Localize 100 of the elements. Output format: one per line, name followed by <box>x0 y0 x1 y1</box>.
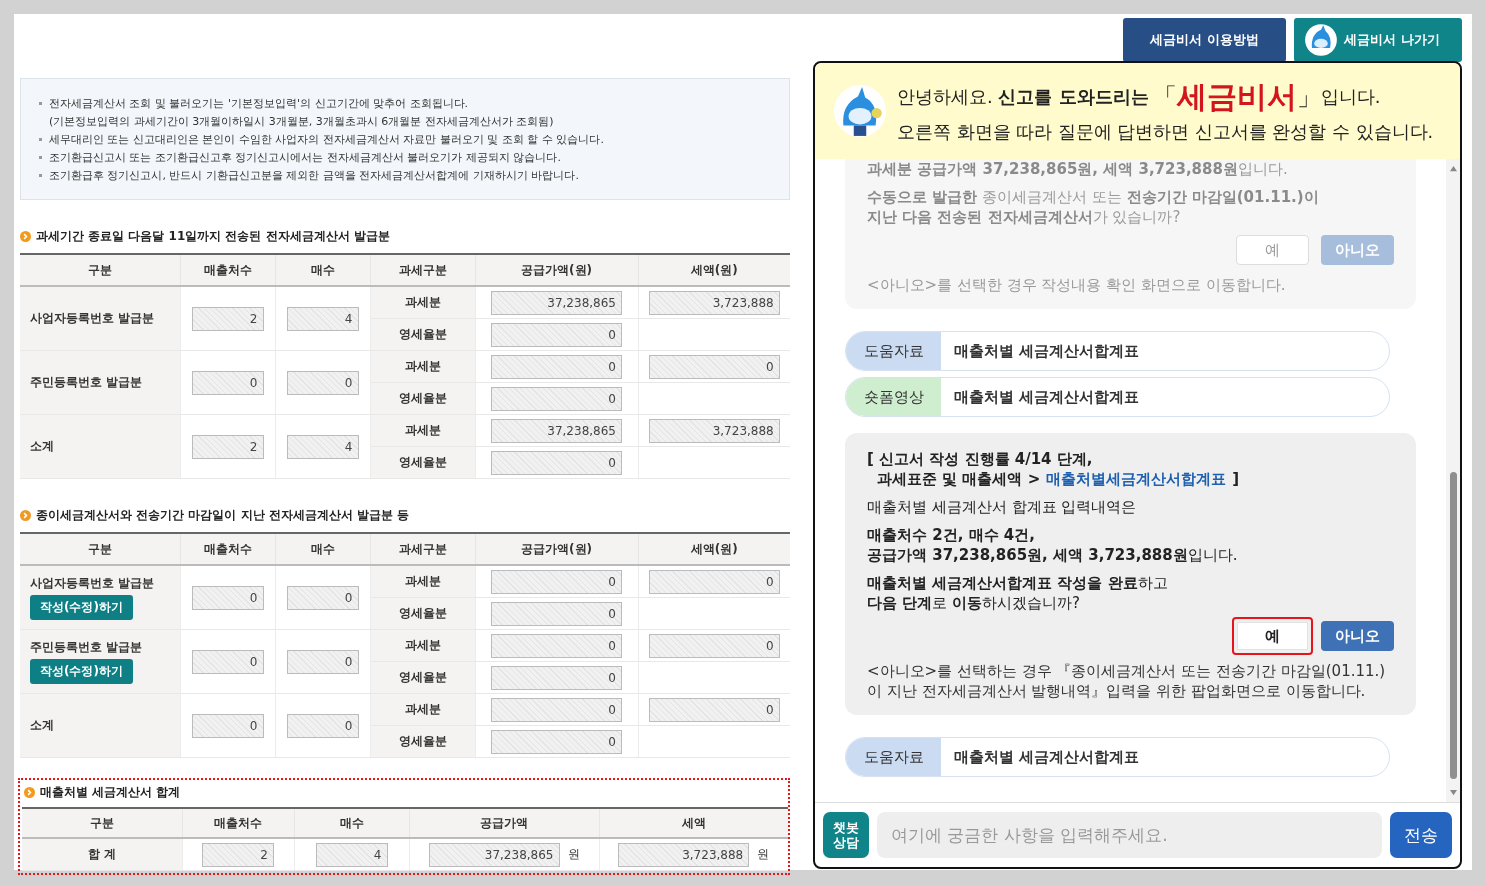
amount-field[interactable]: 0 <box>491 665 622 690</box>
chatbot-button[interactable]: 챗봇 상담 <box>823 812 869 858</box>
column-header: 공급가액 <box>409 808 599 838</box>
chevron-circle-icon <box>20 510 31 521</box>
tax-type-label: 영세율분 <box>370 318 475 351</box>
progress-text: ] <box>1232 469 1240 489</box>
amount-field[interactable]: 0 <box>491 386 622 411</box>
column-header: 공급가액(원) <box>475 254 638 286</box>
row-label: 주민등록번호 발급분 <box>30 639 144 656</box>
amount-field[interactable]: 3,723,888 <box>618 842 750 867</box>
question-input[interactable]: 여기에 궁금한 사항을 입력해주세요. <box>877 812 1382 858</box>
tax-type-label: 영세율분 <box>370 661 475 694</box>
resource-tag: 도움자료 <box>846 332 941 370</box>
amount-field[interactable]: 0 <box>491 697 622 722</box>
amount-field[interactable]: 0 <box>491 633 622 658</box>
column-header: 세액(원) <box>638 533 790 565</box>
resource-tag: 도움자료 <box>846 738 941 776</box>
unit-label: 원 <box>757 846 770 863</box>
amount-field[interactable]: 37,238,865 <box>491 290 622 315</box>
row-label: 소계 <box>30 438 55 455</box>
count-field[interactable]: 4 <box>286 306 359 331</box>
column-header: 구분 <box>22 808 182 838</box>
column-header: 세액 <box>599 808 788 838</box>
column-header: 매수 <box>294 808 409 838</box>
column-header: 세액(원) <box>638 254 790 286</box>
count-field[interactable]: 4 <box>286 434 359 459</box>
resource-link[interactable]: 도움자료 매출처별 세금계산서합계표 <box>845 331 1390 371</box>
amount-field[interactable]: 0 <box>491 601 622 626</box>
message-text: 수동으로 발급한 종이세금계산서 또는 전송기간 마감일(01.11.)이 지난 다음 전송된 전자세금계산서가 있습니까? <box>867 187 1320 227</box>
amount-field[interactable]: 0 <box>491 729 622 754</box>
amount-field[interactable]: 0 <box>491 354 622 379</box>
tax-type-label: 과세분 <box>370 693 475 726</box>
resource-tag: 숏폼영상 <box>846 378 941 416</box>
note-text: <아니오>를 선택하는 경우 『종이세금계산서 또는 전송기간 마감일(01.11.) 이 지난 전자세금계산서 발행내역』입력을 위한 팝업화면으로 이동합니다. <box>867 661 1387 701</box>
amount-field[interactable]: 0 <box>648 569 780 594</box>
column-header: 구분 <box>20 254 180 286</box>
row-label: 사업자등록번호 발급분 <box>30 575 156 592</box>
exit-button[interactable]: 세금비서 나가기 <box>1294 18 1462 62</box>
scrollbar[interactable] <box>1446 159 1460 802</box>
section-title: 과세기간 종료일 다음달 11일까지 전송된 전자세금계산서 발급분 <box>36 228 390 245</box>
mascot-icon <box>833 84 887 138</box>
step-link[interactable]: 매출처별세금계산서합계표 <box>1046 469 1227 489</box>
count-field[interactable]: 0 <box>286 713 359 738</box>
count-field[interactable]: 0 <box>191 585 264 610</box>
message-text: 매출처별 세금계산서합계표 작성을 완료하고 다음 단계로 이동하시겠습니까? <box>867 573 1169 613</box>
amount-field[interactable]: 0 <box>648 633 780 658</box>
greeting-text: 안녕하세요. 신고를 도와드리는 「세금비서」입니다. <box>897 78 1382 116</box>
scrollbar-thumb[interactable] <box>1449 472 1457 779</box>
resource-title: 매출처별 세금계산서합계표 <box>953 340 1140 362</box>
edit-button[interactable]: 작성(수정)하기 <box>30 659 133 684</box>
resource-link[interactable]: 숏폼영상 매출처별 세금계산서합계표 <box>845 377 1390 417</box>
count-field[interactable]: 2 <box>202 842 274 867</box>
no-button[interactable]: 아니오 <box>1321 621 1394 651</box>
amount-field[interactable]: 37,238,865 <box>428 842 560 867</box>
greeting-subtitle: 오른쪽 화면을 따라 질문에 답변하면 신고서를 완성할 수 있습니다. <box>897 121 1434 144</box>
column-header: 매출처수 <box>182 808 294 838</box>
count-field[interactable]: 0 <box>191 649 264 674</box>
edit-button[interactable]: 작성(수정)하기 <box>30 595 133 620</box>
resource-link[interactable]: 도움자료 매출처별 세금계산서합계표 <box>845 737 1390 777</box>
amount-field[interactable]: 0 <box>648 697 780 722</box>
count-field[interactable]: 0 <box>286 370 359 395</box>
amount-field[interactable]: 0 <box>648 354 780 379</box>
resource-title: 매출처별 세금계산서합계표 <box>953 386 1140 408</box>
chevron-circle-icon <box>20 231 31 242</box>
notice-text: (기본정보입력의 과세기간이 3개월이하일시 3개월분, 3개월초과시 6개월분 전자세금계산서가 조회됨) <box>49 113 554 129</box>
column-header: 공급가액(원) <box>475 533 638 565</box>
count-field[interactable]: 4 <box>315 842 388 867</box>
tax-type-label: 과세분 <box>370 629 475 662</box>
column-header: 과세구분 <box>370 533 475 565</box>
tax-type-label: 과세분 <box>370 286 475 319</box>
scroll-down-icon[interactable] <box>1448 789 1458 796</box>
count-field[interactable]: 0 <box>191 713 264 738</box>
tax-type-label: 과세분 <box>370 350 475 383</box>
tax-type-label: 과세분 <box>370 414 475 447</box>
yes-button[interactable]: 예 <box>1232 617 1313 655</box>
amount-field[interactable]: 0 <box>491 322 622 347</box>
amount-field[interactable]: 0 <box>491 450 622 475</box>
notice-text: 조기환급신고시 또는 조기환급신고후 정기신고시에서는 전자세금계산서 불러오기가 제공되지 않습니다. <box>49 149 561 165</box>
notice-text: 조기환급후 정기신고시, 반드시 기환급신고분을 제외한 금액을 전자세금계산서합계에 기재하시기 바랍니다. <box>49 167 579 183</box>
message-text: 매출처별 세금계산서 합계표 입력내역은 <box>867 497 1138 517</box>
row-label: 사업자등록번호 발급분 <box>30 310 156 327</box>
column-header: 매수 <box>275 533 370 565</box>
amount-field[interactable]: 3,723,888 <box>648 290 780 315</box>
count-field[interactable]: 0 <box>191 370 264 395</box>
amount-field[interactable]: 3,723,888 <box>648 418 780 443</box>
progress-text: 과세표준 및 매출세액 > <box>877 469 1041 489</box>
amount-field[interactable]: 37,238,865 <box>491 418 622 443</box>
count-field[interactable]: 2 <box>191 306 264 331</box>
count-field[interactable]: 0 <box>286 585 359 610</box>
scroll-up-icon[interactable] <box>1448 165 1458 172</box>
mascot-icon <box>1304 23 1338 57</box>
send-button[interactable]: 전송 <box>1390 812 1452 858</box>
guide-button[interactable]: 세금비서 이용방법 <box>1123 18 1286 62</box>
count-field[interactable]: 2 <box>191 434 264 459</box>
resource-title: 매출처별 세금계산서합계표 <box>953 746 1140 768</box>
amount-field[interactable]: 0 <box>491 569 622 594</box>
row-label: 소계 <box>30 717 55 734</box>
unit-label: 원 <box>567 846 580 863</box>
column-header: 구분 <box>20 533 180 565</box>
count-field[interactable]: 0 <box>286 649 359 674</box>
